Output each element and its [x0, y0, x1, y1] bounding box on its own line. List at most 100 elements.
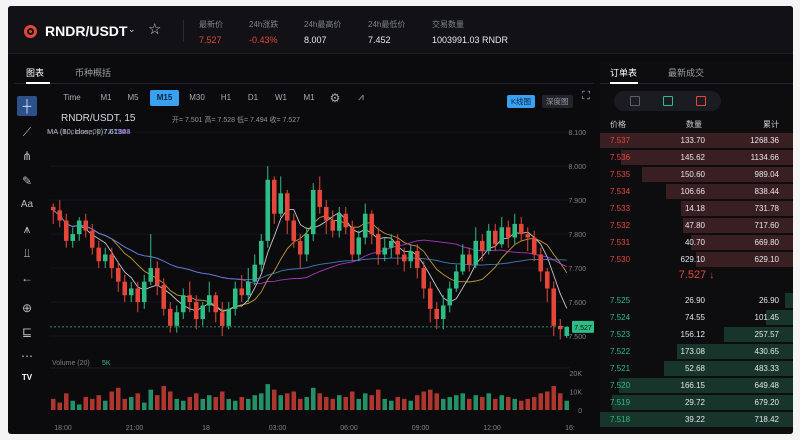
bid-row[interactable]: 7.523 156.12 257.57 [600, 327, 793, 343]
ask-row[interactable]: 7.535 150.60 989.04 [600, 167, 793, 183]
favorite-star-icon[interactable]: ☆ [148, 20, 161, 38]
tab-coin-overview[interactable]: 币种概括 [75, 66, 111, 79]
candle-body [161, 285, 167, 309]
row-total: 101.45 [754, 313, 779, 322]
settings-gear-icon[interactable]: ⚙ [327, 90, 343, 106]
ma60-value: 7.7524 [107, 127, 131, 136]
volume-bar [167, 391, 173, 410]
candle-body [63, 220, 69, 241]
timeframe-mo1[interactable]: M1 [299, 90, 319, 106]
volume-bar [265, 384, 271, 410]
ask-row[interactable]: 7.536 145.62 1134.66 [600, 150, 793, 166]
row-qty: 74.55 [684, 313, 705, 322]
candle-body [525, 234, 531, 238]
volume-bar [252, 395, 258, 410]
candle-body [200, 305, 206, 320]
ask-row[interactable]: 7.530 629.10 629.10 [600, 252, 793, 268]
candle-body [479, 240, 485, 252]
ask-row[interactable]: 7.533 14.18 731.78 [600, 201, 793, 217]
bid-row[interactable]: 7.521 52.68 483.33 [600, 361, 793, 377]
volume-bar [180, 400, 186, 410]
row-total: 1268.36 [750, 136, 779, 145]
y-tick-label: 7.700 [568, 266, 586, 273]
y-tick-label: 7.900 [568, 198, 586, 205]
tab-chart[interactable]: 图表 [26, 66, 44, 79]
fullscreen-icon[interactable]: ⛶ [580, 88, 592, 104]
candle-body [512, 223, 518, 238]
depth-view-button[interactable]: 深度图 [542, 95, 573, 108]
volume-bar [161, 385, 167, 410]
row-price: 7.535 [610, 170, 631, 179]
timeframe-h1[interactable]: H1 [217, 90, 235, 106]
chart-tabs: 图表 币种概括 [14, 61, 594, 84]
tab-recent-trades[interactable]: 最新成交 [668, 66, 704, 79]
candle-body [297, 240, 303, 255]
bid-row[interactable]: 7.520 166.15 649.48 [600, 378, 793, 394]
kline-view-button[interactable]: K线图 [507, 95, 536, 108]
timeframe-m15[interactable]: M15 [150, 90, 179, 106]
candlestick-chart[interactable]: 8.100 8.000 7.900 7.800 7.700 7.600 7.500 Volum… [14, 108, 594, 434]
arrow-down-icon: ↓ [709, 270, 715, 281]
chevron-down-icon[interactable]: ⌄ [128, 24, 136, 35]
ask-row[interactable]: 7.531 40.70 669.80 [600, 235, 793, 251]
candle-body [148, 268, 154, 282]
bid-row[interactable]: 7.519 29.72 679.20 [600, 395, 793, 411]
candle-body [258, 240, 264, 265]
row-price: 7.520 [610, 381, 631, 390]
volume-bar [284, 393, 290, 410]
bid-row[interactable]: 7.524 74.55 101.45 [600, 310, 793, 326]
volume-bar [453, 395, 459, 410]
tab-underline [26, 82, 50, 84]
candle-body [271, 179, 277, 214]
indicators-icon[interactable]: ⩘ [352, 90, 370, 106]
volume-bar [135, 393, 141, 410]
candle-body [356, 237, 362, 255]
volume-bar [148, 389, 154, 410]
volume-value: 5K [102, 360, 111, 367]
volume-bar [291, 391, 297, 410]
row-price: 7.534 [610, 187, 631, 196]
timeframe-m1[interactable]: M1 [96, 90, 116, 106]
volume-bar [226, 398, 232, 410]
candle-body [330, 220, 336, 231]
both-sides-icon[interactable] [630, 96, 640, 106]
volume-bar [492, 398, 498, 410]
depth-bar [785, 293, 793, 308]
volume-bar [297, 398, 303, 410]
bids-only-icon[interactable] [663, 96, 673, 106]
volume-bar [193, 393, 199, 410]
candle-body [50, 206, 56, 211]
y-tick-label: 7.600 [568, 300, 586, 307]
timeframe-m5[interactable]: M5 [123, 90, 143, 106]
candle-body [232, 288, 238, 309]
row-price: 7.537 [610, 136, 631, 145]
timeframe-w1[interactable]: W1 [271, 90, 291, 106]
bid-row[interactable]: 7.522 173.08 430.65 [600, 344, 793, 360]
row-price: 7.518 [610, 415, 631, 424]
candle-body [122, 281, 128, 296]
candle-body [141, 281, 147, 303]
pair-selector[interactable]: RNDR/USDT [45, 23, 127, 39]
asks-only-icon[interactable] [696, 96, 706, 106]
candle-body [564, 326, 570, 337]
timeframe-d1[interactable]: D1 [244, 90, 262, 106]
ask-row[interactable]: 7.532 47.80 717.60 [600, 218, 793, 234]
bid-row[interactable]: 7.525 26.90 26.90 [600, 293, 793, 309]
ask-row[interactable]: 7.537 133.70 1268.36 [600, 133, 793, 149]
y-tick-label: 7.500 [568, 334, 586, 341]
row-qty: 156.12 [680, 330, 705, 339]
candle-body [401, 254, 407, 262]
row-price: 7.522 [610, 347, 631, 356]
row-qty: 39.22 [684, 415, 705, 424]
timeframe-time[interactable]: Time [60, 90, 84, 106]
ask-row[interactable]: 7.534 106.66 838.44 [600, 184, 793, 200]
volume-bar [115, 387, 121, 410]
candle-body [349, 227, 355, 255]
bid-row[interactable]: 7.518 39.22 718.42 [600, 412, 793, 428]
tab-order-book[interactable]: 订单表 [610, 66, 637, 79]
candle-body [382, 247, 388, 255]
candle-body [76, 220, 82, 235]
timeframe-m30[interactable]: M30 [186, 90, 208, 106]
candle-body [57, 210, 63, 221]
row-qty: 26.90 [684, 296, 705, 305]
